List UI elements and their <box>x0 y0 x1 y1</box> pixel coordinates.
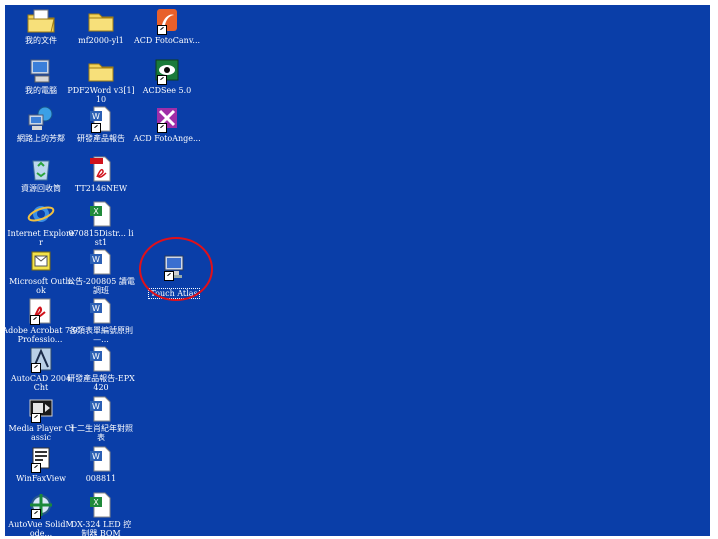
desktop-icon-label: 資源回收筒 <box>21 184 61 193</box>
svg-text:W: W <box>92 352 100 361</box>
svg-text:W: W <box>92 402 100 411</box>
desktop-icon-label: DX-324 LED 控制器 BOM <box>70 520 132 536</box>
desktop-icon-label: AutoCAD 2004 Cht <box>10 374 72 392</box>
desktop-icon-label: 我的電腦 <box>25 86 57 95</box>
desktop-icon-label: 研發產品報告-EPX420 <box>67 374 135 392</box>
desktop-icon-internet-explorer[interactable]: Internet Explorer <box>7 200 75 247</box>
excel-doc-icon: X <box>85 200 117 228</box>
ie-icon <box>25 200 57 228</box>
desktop-icon-label: 公告-200805 讀電調班 <box>67 277 135 295</box>
desktop-icon-rd-report-epx420[interactable]: W 研發產品報告-EPX420 <box>67 345 135 392</box>
desktop-icon-notice-200805[interactable]: W 公告-200805 讀電調班 <box>67 248 135 295</box>
media-player-icon <box>25 395 57 423</box>
desktop-icon-pdf2word[interactable]: PDF2Word v3[1]10 <box>67 57 135 104</box>
desktop-icon-recycle-bin[interactable]: 資源回收筒 <box>7 155 75 193</box>
excel-doc-icon: X <box>85 491 117 519</box>
desktop-icon-winfaxview[interactable]: WinFaxView <box>7 445 75 483</box>
desktop-icon-label: 我的文件 <box>25 36 57 45</box>
svg-text:X: X <box>93 207 99 216</box>
folder-docs-icon <box>25 7 57 35</box>
desktop-icon-acd-fotoangelo[interactable]: ACD FotoAnge... <box>133 105 201 143</box>
desktop-icon-label: Microsoft Outlook <box>9 277 73 295</box>
annotation-highlight-circle <box>139 237 213 301</box>
acdsee-icon <box>151 57 183 85</box>
desktop-icon-label: ACDSee 5.0 <box>142 86 192 95</box>
pdf-doc-icon <box>85 155 117 183</box>
desktop-icon-label: TT2146NEW <box>74 184 128 193</box>
svg-text:X: X <box>93 498 99 507</box>
winfax-icon <box>25 445 57 473</box>
desktop-icon-acd-fotocanvas[interactable]: ACD FotoCanv... <box>133 7 201 45</box>
computer-icon <box>25 57 57 85</box>
desktop-icon-label: ACD FotoCanv... <box>133 36 201 45</box>
folder-icon <box>85 7 117 35</box>
desktop-icon-tt2146new[interactable]: TT2146NEW <box>67 155 135 193</box>
word-doc-icon: W <box>85 445 117 473</box>
desktop-icon-form-numbering[interactable]: W 各類表單編號原則—... <box>67 297 135 344</box>
acrobat-icon <box>24 297 56 325</box>
desktop-icon-label: ACD FotoAnge... <box>133 134 201 143</box>
svg-text:W: W <box>92 255 100 264</box>
desktop-icon-label: 網路上的芳鄰 <box>17 134 65 143</box>
desktop[interactable]: 我的文件 我的電腦 網路上的芳鄰 資源回收筒 Internet Explorer… <box>5 5 710 536</box>
outlook-icon <box>25 248 57 276</box>
word-doc-icon: W <box>85 248 117 276</box>
desktop-icon-zodiac-table[interactable]: W 十二生肖紀年對照表 <box>67 395 135 442</box>
desktop-icon-label: 十二生肖紀年對照表 <box>69 424 133 442</box>
word-doc-icon: W <box>85 297 117 325</box>
desktop-icon-008811[interactable]: W 008811 <box>67 445 135 483</box>
desktop-icon-label: 008811 <box>85 474 117 483</box>
svg-text:W: W <box>92 452 100 461</box>
recycle-bin-icon <box>25 155 57 183</box>
acd-fotocanvas-icon <box>151 7 183 35</box>
autovue-icon <box>25 491 57 519</box>
desktop-icon-network-places[interactable]: 網路上的芳鄰 <box>7 105 75 143</box>
desktop-icon-label: Media Player Classic <box>8 424 74 442</box>
desktop-icon-distr-list[interactable]: X 070815Distr... list1 <box>67 200 135 247</box>
desktop-icon-dx324-bom[interactable]: X DX-324 LED 控制器 BOM <box>67 491 135 536</box>
desktop-icon-label: 各類表單編號原則—... <box>69 326 133 344</box>
desktop-icon-label: AutoVue SolidMode... <box>8 520 74 536</box>
word-doc-icon: W <box>85 345 117 373</box>
desktop-icon-label: Internet Explorer <box>7 229 75 247</box>
svg-text:W: W <box>92 304 100 313</box>
desktop-icon-acdsee[interactable]: ACDSee 5.0 <box>133 57 201 95</box>
word-doc-icon: W <box>85 395 117 423</box>
desktop-icon-my-computer[interactable]: 我的電腦 <box>7 57 75 95</box>
acd-fotoangelo-icon <box>151 105 183 133</box>
folder-icon <box>85 57 117 85</box>
desktop-icon-label: 研發產品報告 <box>77 134 125 143</box>
desktop-icon-autovue[interactable]: AutoVue SolidMode... <box>7 491 75 536</box>
desktop-icon-autocad[interactable]: AutoCAD 2004 Cht <box>7 345 75 392</box>
desktop-icon-rd-report[interactable]: W 研發產品報告 <box>67 105 135 143</box>
autocad-icon <box>25 345 57 373</box>
network-icon <box>25 105 57 133</box>
desktop-icon-outlook[interactable]: Microsoft Outlook <box>7 248 75 295</box>
desktop-icon-media-player-classic[interactable]: Media Player Classic <box>7 395 75 442</box>
desktop-icon-label: mf2000-yl1 <box>78 36 124 45</box>
desktop-icon-label: WinFaxView <box>16 474 66 483</box>
desktop-icon-mf2000[interactable]: mf2000-yl1 <box>67 7 135 45</box>
desktop-icon-my-documents[interactable]: 我的文件 <box>7 7 75 45</box>
word-doc-icon: W <box>85 105 117 133</box>
desktop-icon-label: PDF2Word v3[1]10 <box>67 86 135 104</box>
svg-text:W: W <box>92 112 100 121</box>
desktop-icon-label: 070815Distr... list1 <box>68 229 134 247</box>
